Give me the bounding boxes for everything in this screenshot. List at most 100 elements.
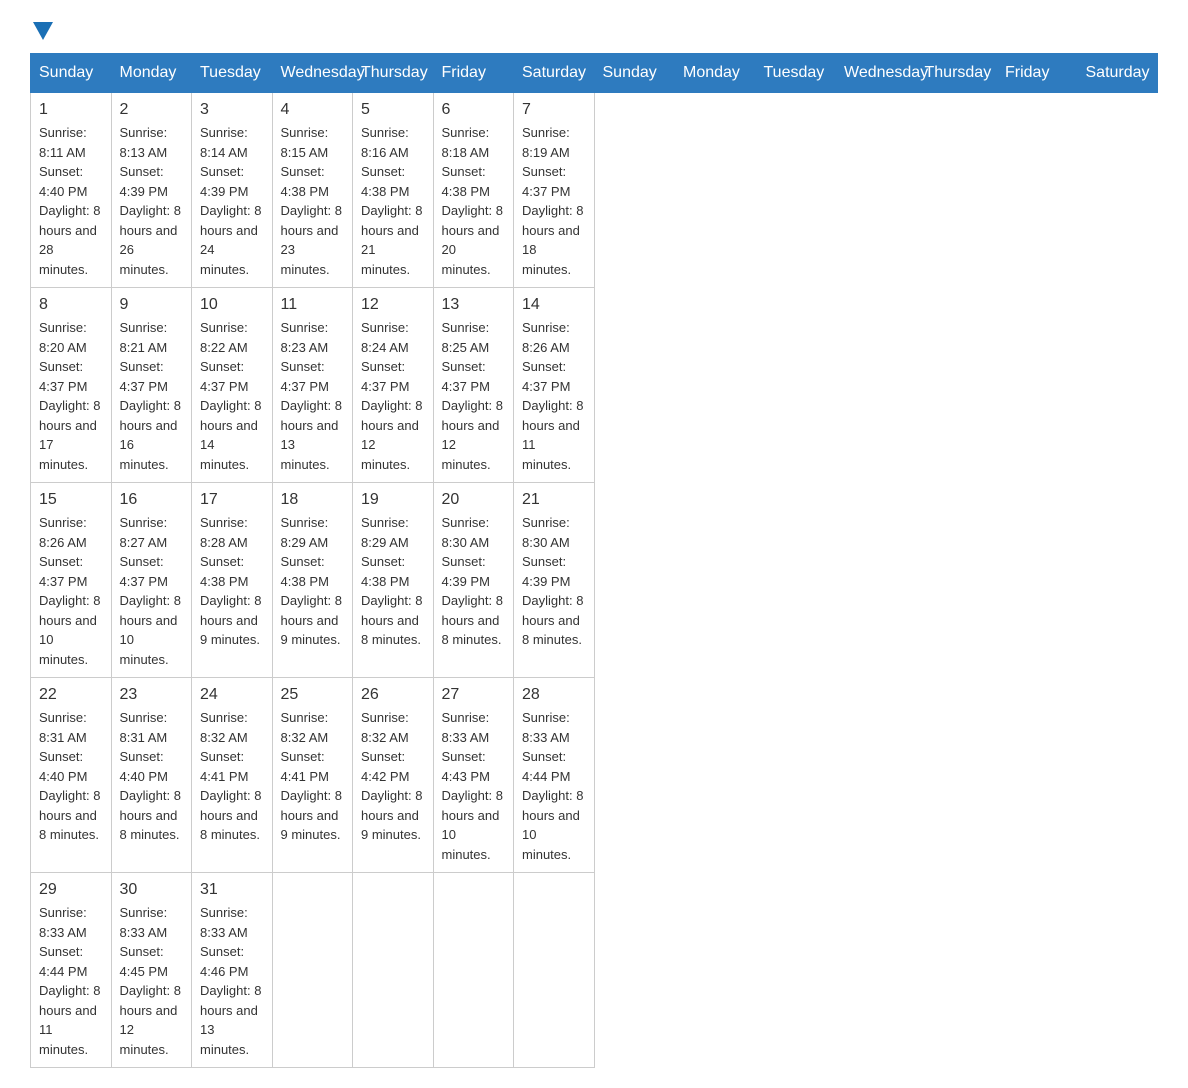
day-number: 26 [361, 686, 425, 704]
day-info: Sunrise: 8:19 AMSunset: 4:37 PMDaylight:… [522, 123, 586, 279]
day-number: 30 [120, 881, 184, 899]
day-number: 12 [361, 296, 425, 314]
calendar-cell: 29 Sunrise: 8:33 AMSunset: 4:44 PMDaylig… [31, 873, 112, 1068]
calendar-cell [433, 873, 514, 1068]
calendar-week-row: 1 Sunrise: 8:11 AMSunset: 4:40 PMDayligh… [31, 93, 1158, 288]
column-header-saturday: Saturday [514, 54, 595, 93]
day-number: 20 [442, 491, 506, 509]
column-header-thursday: Thursday [353, 54, 434, 93]
day-number: 10 [200, 296, 264, 314]
day-info: Sunrise: 8:33 AMSunset: 4:45 PMDaylight:… [120, 903, 184, 1059]
column-header-monday: Monday [675, 54, 756, 93]
calendar-cell: 4 Sunrise: 8:15 AMSunset: 4:38 PMDayligh… [272, 93, 353, 288]
calendar-cell: 3 Sunrise: 8:14 AMSunset: 4:39 PMDayligh… [192, 93, 273, 288]
column-header-tuesday: Tuesday [192, 54, 273, 93]
calendar-week-row: 15 Sunrise: 8:26 AMSunset: 4:37 PMDaylig… [31, 483, 1158, 678]
calendar-cell: 15 Sunrise: 8:26 AMSunset: 4:37 PMDaylig… [31, 483, 112, 678]
calendar-cell: 8 Sunrise: 8:20 AMSunset: 4:37 PMDayligh… [31, 288, 112, 483]
logo-triangle-icon [33, 22, 53, 40]
calendar-cell [353, 873, 434, 1068]
calendar-cell: 12 Sunrise: 8:24 AMSunset: 4:37 PMDaylig… [353, 288, 434, 483]
day-number: 18 [281, 491, 345, 509]
calendar-header-row: SundayMondayTuesdayWednesdayThursdayFrid… [31, 54, 1158, 93]
column-header-tuesday: Tuesday [755, 54, 836, 93]
column-header-friday: Friday [997, 54, 1078, 93]
calendar-cell: 27 Sunrise: 8:33 AMSunset: 4:43 PMDaylig… [433, 678, 514, 873]
calendar-cell: 22 Sunrise: 8:31 AMSunset: 4:40 PMDaylig… [31, 678, 112, 873]
day-info: Sunrise: 8:31 AMSunset: 4:40 PMDaylight:… [120, 708, 184, 845]
day-number: 29 [39, 881, 103, 899]
calendar-cell: 16 Sunrise: 8:27 AMSunset: 4:37 PMDaylig… [111, 483, 192, 678]
day-info: Sunrise: 8:32 AMSunset: 4:41 PMDaylight:… [200, 708, 264, 845]
day-info: Sunrise: 8:29 AMSunset: 4:38 PMDaylight:… [281, 513, 345, 650]
calendar-cell: 13 Sunrise: 8:25 AMSunset: 4:37 PMDaylig… [433, 288, 514, 483]
day-number: 3 [200, 101, 264, 119]
day-info: Sunrise: 8:30 AMSunset: 4:39 PMDaylight:… [522, 513, 586, 650]
calendar-cell: 17 Sunrise: 8:28 AMSunset: 4:38 PMDaylig… [192, 483, 273, 678]
day-number: 24 [200, 686, 264, 704]
day-number: 2 [120, 101, 184, 119]
day-info: Sunrise: 8:20 AMSunset: 4:37 PMDaylight:… [39, 318, 103, 474]
calendar-cell: 31 Sunrise: 8:33 AMSunset: 4:46 PMDaylig… [192, 873, 273, 1068]
calendar-cell: 10 Sunrise: 8:22 AMSunset: 4:37 PMDaylig… [192, 288, 273, 483]
column-header-sunday: Sunday [594, 54, 675, 93]
day-number: 9 [120, 296, 184, 314]
column-header-thursday: Thursday [916, 54, 997, 93]
day-number: 31 [200, 881, 264, 899]
day-number: 27 [442, 686, 506, 704]
column-header-friday: Friday [433, 54, 514, 93]
day-number: 1 [39, 101, 103, 119]
day-info: Sunrise: 8:28 AMSunset: 4:38 PMDaylight:… [200, 513, 264, 650]
day-number: 21 [522, 491, 586, 509]
calendar-cell: 23 Sunrise: 8:31 AMSunset: 4:40 PMDaylig… [111, 678, 192, 873]
day-info: Sunrise: 8:22 AMSunset: 4:37 PMDaylight:… [200, 318, 264, 474]
calendar-cell: 19 Sunrise: 8:29 AMSunset: 4:38 PMDaylig… [353, 483, 434, 678]
column-header-wednesday: Wednesday [836, 54, 917, 93]
calendar-cell [514, 873, 595, 1068]
day-info: Sunrise: 8:33 AMSunset: 4:46 PMDaylight:… [200, 903, 264, 1059]
day-info: Sunrise: 8:14 AMSunset: 4:39 PMDaylight:… [200, 123, 264, 279]
day-number: 15 [39, 491, 103, 509]
day-number: 11 [281, 296, 345, 314]
calendar-cell: 9 Sunrise: 8:21 AMSunset: 4:37 PMDayligh… [111, 288, 192, 483]
day-info: Sunrise: 8:18 AMSunset: 4:38 PMDaylight:… [442, 123, 506, 279]
calendar-cell [272, 873, 353, 1068]
calendar-cell: 1 Sunrise: 8:11 AMSunset: 4:40 PMDayligh… [31, 93, 112, 288]
day-info: Sunrise: 8:32 AMSunset: 4:42 PMDaylight:… [361, 708, 425, 845]
day-info: Sunrise: 8:13 AMSunset: 4:39 PMDaylight:… [120, 123, 184, 279]
day-number: 7 [522, 101, 586, 119]
day-number: 22 [39, 686, 103, 704]
day-info: Sunrise: 8:33 AMSunset: 4:44 PMDaylight:… [39, 903, 103, 1059]
calendar-table: SundayMondayTuesdayWednesdayThursdayFrid… [30, 53, 1158, 1068]
calendar-week-row: 29 Sunrise: 8:33 AMSunset: 4:44 PMDaylig… [31, 873, 1158, 1068]
day-info: Sunrise: 8:26 AMSunset: 4:37 PMDaylight:… [522, 318, 586, 474]
calendar-week-row: 8 Sunrise: 8:20 AMSunset: 4:37 PMDayligh… [31, 288, 1158, 483]
calendar-cell: 20 Sunrise: 8:30 AMSunset: 4:39 PMDaylig… [433, 483, 514, 678]
calendar-cell: 5 Sunrise: 8:16 AMSunset: 4:38 PMDayligh… [353, 93, 434, 288]
day-number: 28 [522, 686, 586, 704]
column-header-sunday: Sunday [31, 54, 112, 93]
day-info: Sunrise: 8:30 AMSunset: 4:39 PMDaylight:… [442, 513, 506, 650]
day-info: Sunrise: 8:15 AMSunset: 4:38 PMDaylight:… [281, 123, 345, 279]
column-header-monday: Monday [111, 54, 192, 93]
day-number: 6 [442, 101, 506, 119]
page-header [30, 20, 1158, 33]
logo [30, 20, 56, 33]
calendar-cell: 21 Sunrise: 8:30 AMSunset: 4:39 PMDaylig… [514, 483, 595, 678]
day-number: 17 [200, 491, 264, 509]
day-info: Sunrise: 8:33 AMSunset: 4:43 PMDaylight:… [442, 708, 506, 864]
day-info: Sunrise: 8:24 AMSunset: 4:37 PMDaylight:… [361, 318, 425, 474]
day-info: Sunrise: 8:25 AMSunset: 4:37 PMDaylight:… [442, 318, 506, 474]
day-info: Sunrise: 8:31 AMSunset: 4:40 PMDaylight:… [39, 708, 103, 845]
day-info: Sunrise: 8:29 AMSunset: 4:38 PMDaylight:… [361, 513, 425, 650]
day-info: Sunrise: 8:21 AMSunset: 4:37 PMDaylight:… [120, 318, 184, 474]
calendar-cell: 11 Sunrise: 8:23 AMSunset: 4:37 PMDaylig… [272, 288, 353, 483]
day-info: Sunrise: 8:23 AMSunset: 4:37 PMDaylight:… [281, 318, 345, 474]
column-header-wednesday: Wednesday [272, 54, 353, 93]
day-number: 16 [120, 491, 184, 509]
calendar-cell: 18 Sunrise: 8:29 AMSunset: 4:38 PMDaylig… [272, 483, 353, 678]
calendar-cell: 28 Sunrise: 8:33 AMSunset: 4:44 PMDaylig… [514, 678, 595, 873]
calendar-cell: 14 Sunrise: 8:26 AMSunset: 4:37 PMDaylig… [514, 288, 595, 483]
calendar-cell: 26 Sunrise: 8:32 AMSunset: 4:42 PMDaylig… [353, 678, 434, 873]
day-number: 13 [442, 296, 506, 314]
